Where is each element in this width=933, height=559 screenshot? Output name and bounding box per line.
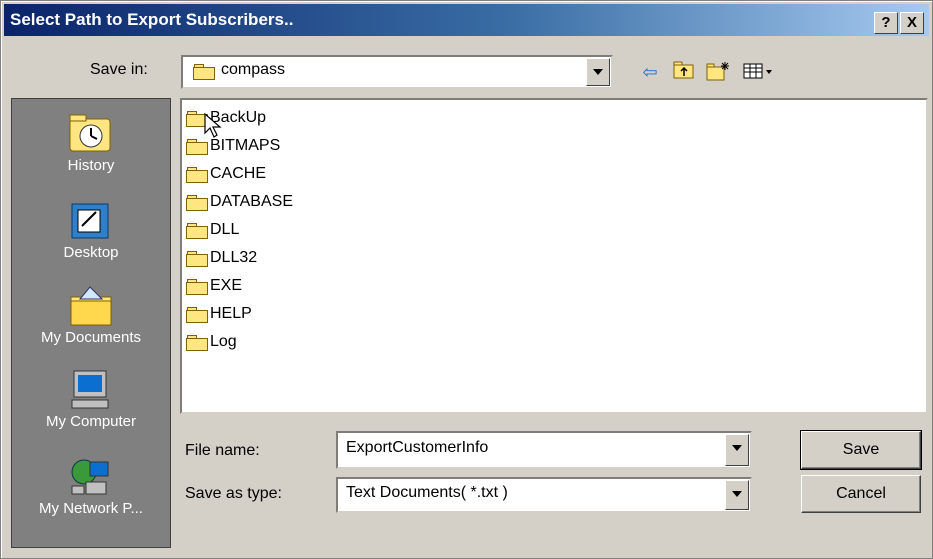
file-name: DLL32 bbox=[210, 249, 258, 266]
file-name-dropdown-button[interactable] bbox=[725, 434, 749, 466]
file-name: EXE bbox=[210, 277, 243, 294]
save-as-type-dropdown-button[interactable] bbox=[725, 480, 749, 510]
file-name: BITMAPS bbox=[210, 137, 281, 154]
file-name: Log bbox=[210, 333, 237, 350]
file-name: DATABASE bbox=[210, 193, 293, 210]
save-as-type-select[interactable]: Text Documents( *.txt ) bbox=[336, 477, 752, 513]
cancel-button[interactable]: Cancel bbox=[801, 475, 921, 513]
history-icon bbox=[69, 114, 111, 152]
place-label: Desktop bbox=[63, 244, 119, 261]
close-button[interactable]: X bbox=[900, 12, 924, 34]
folder-icon bbox=[186, 166, 208, 183]
save-in-value: compass bbox=[221, 61, 286, 78]
place-label: My Computer bbox=[45, 413, 137, 430]
place-history[interactable]: History bbox=[12, 113, 170, 174]
place-label: My Network P... bbox=[39, 500, 143, 517]
my-documents-icon bbox=[70, 286, 112, 326]
list-item[interactable]: DATABASE bbox=[186, 190, 293, 214]
file-name: DLL bbox=[210, 221, 240, 238]
back-arrow-icon[interactable]: ⇦ bbox=[638, 61, 662, 83]
desktop-icon bbox=[71, 203, 109, 239]
folder-icon bbox=[186, 194, 208, 211]
file-list[interactable]: BackUp BITMAPS CACHE DATABASE DLL DLL32 … bbox=[180, 98, 928, 414]
my-computer-icon bbox=[71, 370, 109, 409]
dialog-title: Select Path to Export Subscribers.. bbox=[10, 10, 294, 29]
mouse-cursor-icon bbox=[204, 113, 222, 138]
up-one-level-icon[interactable] bbox=[672, 61, 696, 83]
folder-icon bbox=[186, 306, 208, 323]
save-as-type-label: Save as type: bbox=[185, 485, 282, 502]
view-menu-icon[interactable] bbox=[741, 61, 777, 83]
save-button[interactable]: Save bbox=[800, 430, 922, 470]
save-in-combo[interactable]: compass bbox=[181, 55, 613, 89]
list-item[interactable]: Log bbox=[186, 330, 237, 354]
save-dialog: Select Path to Export Subscribers.. ? X … bbox=[0, 0, 933, 559]
title-bar[interactable]: Select Path to Export Subscribers.. ? X bbox=[4, 4, 929, 36]
save-as-type-value: Text Documents( *.txt ) bbox=[346, 484, 508, 501]
file-name-label: File name: bbox=[185, 442, 260, 459]
place-desktop[interactable]: Desktop bbox=[12, 200, 170, 261]
place-my-computer[interactable]: My Computer bbox=[12, 369, 170, 430]
file-name: CACHE bbox=[210, 165, 267, 182]
list-item[interactable]: EXE bbox=[186, 274, 242, 298]
place-my-network-places[interactable]: My Network P... bbox=[12, 456, 170, 517]
place-my-documents[interactable]: My Documents bbox=[12, 285, 170, 346]
list-item[interactable]: CACHE bbox=[186, 162, 266, 186]
file-name-value: ExportCustomerInfo bbox=[346, 439, 489, 456]
folder-icon bbox=[193, 64, 215, 80]
folder-icon bbox=[186, 334, 208, 351]
my-network-places-icon bbox=[71, 459, 109, 495]
folder-icon bbox=[186, 250, 208, 267]
list-item[interactable]: DLL32 bbox=[186, 246, 257, 270]
list-item[interactable]: BackUp bbox=[186, 106, 266, 130]
list-item[interactable]: BITMAPS bbox=[186, 134, 280, 158]
new-folder-icon[interactable] bbox=[706, 61, 730, 83]
list-item[interactable]: DLL bbox=[186, 218, 239, 242]
file-name: HELP bbox=[210, 305, 252, 322]
folder-icon bbox=[186, 222, 208, 239]
place-label: My Documents bbox=[40, 329, 142, 346]
place-label: History bbox=[67, 157, 115, 174]
help-button[interactable]: ? bbox=[874, 12, 898, 34]
save-in-label: Save in: bbox=[90, 61, 148, 78]
folder-icon bbox=[186, 278, 208, 295]
file-name-field[interactable]: ExportCustomerInfo bbox=[336, 431, 752, 469]
places-bar: History Desktop My Documents My Computer… bbox=[11, 98, 171, 548]
list-item[interactable]: HELP bbox=[186, 302, 252, 326]
folder-icon bbox=[186, 138, 208, 155]
save-in-dropdown-button[interactable] bbox=[586, 58, 610, 86]
